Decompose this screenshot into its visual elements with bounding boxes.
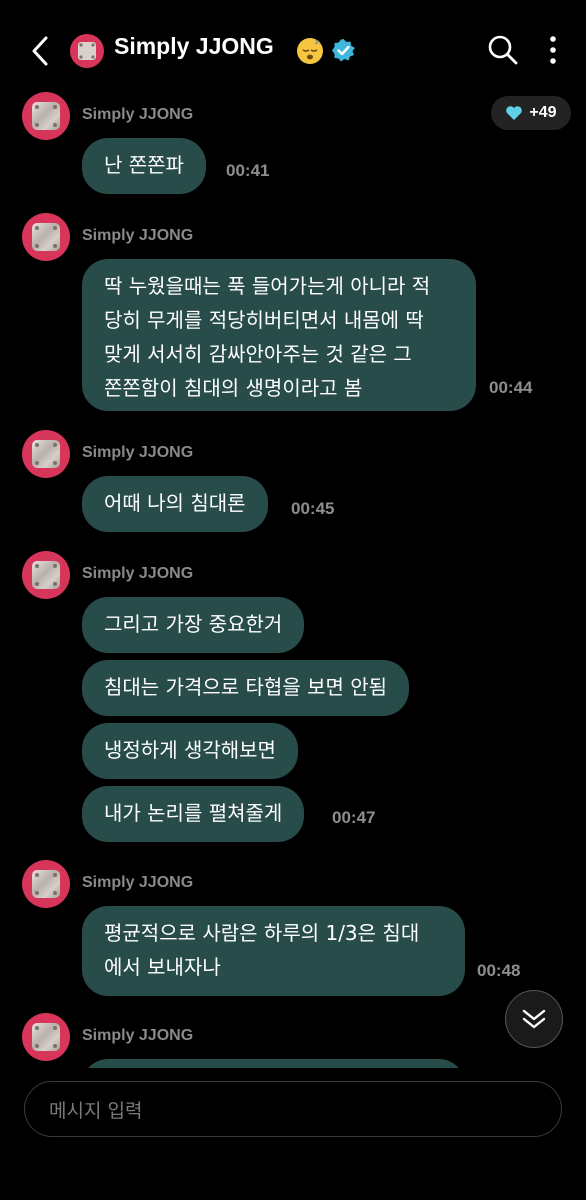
- message-text: 쫀쫀함이 침대의 생명이라고 봄: [104, 376, 363, 400]
- more-vertical-icon: [550, 36, 556, 64]
- message-bubble[interactable]: 냉정하게 생각해보면: [82, 723, 298, 779]
- message-input-placeholder: 메시지 입력: [49, 1099, 143, 1122]
- message-time: 00:41: [226, 161, 270, 180]
- chevron-left-icon: [32, 36, 48, 66]
- message-text: 당히 무게를 적당히버티면서 내몸에 딱: [104, 308, 424, 332]
- message-bubble[interactable]: 평균적으로 사람은 하루의 1/3은 침대 에서 보내자나: [82, 906, 465, 996]
- sender-avatar[interactable]: [22, 92, 70, 140]
- scroll-to-bottom-button[interactable]: [505, 990, 563, 1048]
- more-options-button[interactable]: [540, 32, 566, 68]
- message-bubble[interactable]: 침대는 가격으로 타협을 보면 안됨: [82, 660, 410, 716]
- message-text: 그리고 가장 중요한거: [104, 612, 283, 636]
- sender-name: Simply JJONG: [82, 1027, 194, 1044]
- message-text: 평균적으로 사람은 하루의 1/3은 침대: [104, 921, 420, 945]
- message-text: 에서 보내자나: [104, 955, 221, 979]
- sender-name: Simply JJONG: [82, 444, 194, 461]
- header-avatar[interactable]: [70, 34, 104, 68]
- message-input[interactable]: 메시지 입력: [24, 1081, 562, 1137]
- message-bubble[interactable]: 그리고 가장 중요한거: [82, 597, 305, 653]
- sender-name: Simply JJONG: [82, 565, 194, 582]
- reaction-count: +49: [529, 104, 557, 121]
- heart-icon: [506, 106, 523, 120]
- sender-name: Simply JJONG: [82, 106, 194, 123]
- sender-name: Simply JJONG: [82, 874, 194, 891]
- message-text: 딱 누웠을때는 푹 들어가는게 아니라 적: [104, 274, 431, 298]
- sender-avatar[interactable]: [22, 551, 70, 599]
- message-time: 00:47: [332, 808, 376, 827]
- message-list[interactable]: +49 Simply JJONG 난 쫀쫀파 00:41 Simply JJON…: [0, 90, 586, 1068]
- sender-avatar[interactable]: [22, 1013, 70, 1061]
- sender-avatar[interactable]: [22, 213, 70, 261]
- message-text: 어때 나의 침대론: [104, 491, 246, 515]
- message-time: 00:48: [477, 961, 521, 980]
- svg-text:z: z: [315, 38, 319, 46]
- message-text: 난 쫀쫀파: [104, 153, 184, 177]
- chat-header: Simply JJONG z: [0, 0, 586, 100]
- message-text: 내가 논리를 펼쳐줄게: [104, 801, 283, 825]
- message-bubble[interactable]: 내가 논리를 펼쳐줄게: [82, 786, 305, 842]
- message-bubble[interactable]: 어때 나의 침대론: [82, 476, 268, 532]
- reaction-count-badge[interactable]: +49: [491, 96, 571, 130]
- back-button[interactable]: [22, 30, 58, 72]
- message-bubble[interactable]: [82, 1059, 465, 1068]
- double-chevron-down-icon: [522, 1009, 546, 1029]
- sleeping-face-emoji-icon: z: [295, 36, 325, 66]
- message-text: 냉정하게 생각해보면: [104, 738, 276, 762]
- message-bubble[interactable]: 난 쫀쫀파: [82, 138, 206, 194]
- message-text: 맞게 서서히 감싸안아주는 것 같은 그: [104, 342, 412, 366]
- search-button[interactable]: [486, 32, 520, 68]
- message-time: 00:44: [489, 378, 533, 397]
- message-text: 침대는 가격으로 타협을 보면 안됨: [104, 675, 388, 699]
- chat-title: Simply JJONG: [114, 33, 274, 59]
- message-time: 00:45: [291, 499, 335, 518]
- sender-name: Simply JJONG: [82, 227, 194, 244]
- bottom-safe-area: [0, 1140, 586, 1200]
- sender-avatar[interactable]: [22, 430, 70, 478]
- search-icon: [488, 35, 518, 65]
- verified-badge-icon: [331, 38, 356, 63]
- sender-avatar[interactable]: [22, 860, 70, 908]
- message-bubble[interactable]: 딱 누웠을때는 푹 들어가는게 아니라 적 당히 무게를 적당히버티면서 내몸에…: [82, 259, 476, 411]
